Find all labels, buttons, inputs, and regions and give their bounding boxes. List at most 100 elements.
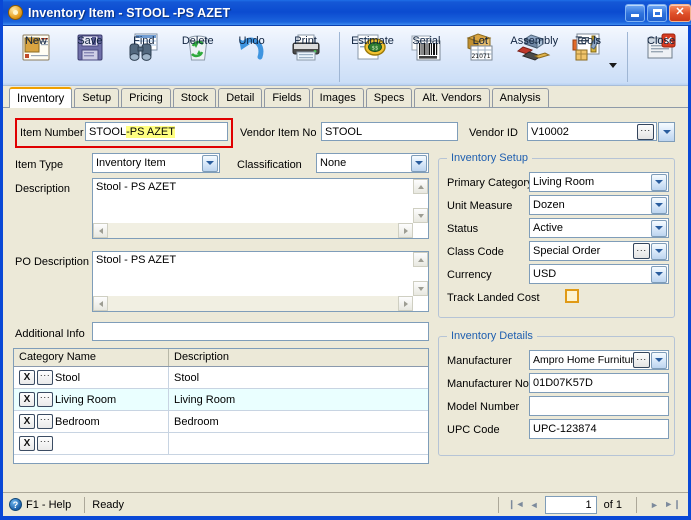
toolbar-save-button[interactable]: Save <box>63 30 117 64</box>
tab-alt-vendors-label: Alt. Vendors <box>422 92 482 104</box>
last-record-button[interactable]: ►❙ <box>664 497 680 512</box>
track-landed-cost-checkbox[interactable] <box>565 289 579 303</box>
status-combo[interactable]: Active <box>529 218 669 238</box>
next-record-button[interactable]: ► <box>647 497 662 512</box>
toolbar-assembly-button[interactable]: Assembly <box>507 30 561 64</box>
row-lookup-button[interactable]: ··· <box>37 370 53 385</box>
tab-analysis[interactable]: Analysis <box>491 88 549 107</box>
current-record-input[interactable]: 1 <box>544 495 597 514</box>
po-description-scroll-up-button[interactable] <box>413 252 428 267</box>
tab-setup[interactable]: Setup <box>74 88 120 107</box>
tab-inventory-label: Inventory <box>17 92 65 105</box>
maximize-button[interactable] <box>647 3 667 22</box>
category-description-value <box>169 433 419 454</box>
primary-category-dropdown-arrow-icon[interactable] <box>651 173 667 191</box>
po-description-horizontal-scrollbar[interactable] <box>93 296 413 311</box>
tab-fields-label: Fields <box>272 92 302 104</box>
tab-specs[interactable]: Specs <box>365 88 413 107</box>
description-scroll-left-button[interactable] <box>93 223 108 238</box>
tab-alt-vendors[interactable]: Alt. Vendors <box>414 88 490 107</box>
additional-info-input[interactable] <box>92 322 429 341</box>
manufacturer-no-label: Manufacturer No <box>447 378 529 390</box>
row-lookup-button[interactable]: ··· <box>37 414 53 429</box>
class-code-value: Special Order <box>533 245 601 257</box>
classification-combo[interactable]: None <box>316 153 429 173</box>
item-type-dropdown-arrow-icon[interactable] <box>202 154 218 172</box>
first-record-button[interactable]: ❙◄ <box>508 497 524 512</box>
toolbar-delete-button[interactable]: Delete <box>171 30 225 64</box>
table-row[interactable]: X ··· Living Room Living Room <box>14 389 428 411</box>
currency-dropdown-arrow-icon[interactable] <box>651 265 667 283</box>
toolbar-close-label: Close <box>647 35 676 47</box>
toolbar-serial-label: Serial <box>412 35 441 47</box>
item-number-input[interactable]: STOOL -PS AZET <box>85 122 228 141</box>
table-row[interactable]: X ··· Stool Stool <box>14 367 428 389</box>
tab-stock[interactable]: Stock <box>172 88 217 107</box>
tab-fields[interactable]: Fields <box>264 88 310 107</box>
manufacturer-dropdown-arrow-icon[interactable] <box>651 351 667 369</box>
status-value: Active <box>533 222 563 234</box>
vendor-id-lookup-button[interactable]: ··· <box>637 123 654 140</box>
column-header-description[interactable]: Description <box>169 349 419 366</box>
table-row[interactable]: X ··· <box>14 433 428 455</box>
toolbar-tools-button[interactable]: Tools <box>561 30 615 64</box>
tab-inventory[interactable]: Inventory <box>9 87 73 108</box>
row-delete-button[interactable]: X <box>19 436 35 451</box>
po-description-scroll-down-button[interactable] <box>413 281 428 296</box>
unit-measure-combo[interactable]: Dozen <box>529 195 669 215</box>
toolbar-lot-button[interactable]: 21071 Lot <box>453 30 507 64</box>
class-code-lookup-button[interactable]: ··· <box>633 243 650 259</box>
column-header-category-name[interactable]: Category Name <box>14 349 169 366</box>
description-scroll-up-button[interactable] <box>413 179 428 194</box>
po-description-vertical-scrollbar[interactable] <box>413 252 428 296</box>
class-code-combo[interactable]: Special Order ··· <box>529 241 669 261</box>
unit-measure-dropdown-arrow-icon[interactable] <box>651 196 667 214</box>
previous-record-button[interactable]: ◄ <box>527 497 542 512</box>
tools-dropdown-arrow-icon[interactable] <box>609 63 618 68</box>
description-vertical-scrollbar[interactable] <box>413 179 428 223</box>
row-delete-button[interactable]: X <box>19 370 35 385</box>
row-delete-button[interactable]: X <box>19 392 35 407</box>
description-horizontal-scrollbar[interactable] <box>93 223 413 238</box>
help-hint[interactable]: ? F1 - Help <box>7 498 77 511</box>
status-dropdown-arrow-icon[interactable] <box>651 219 667 237</box>
classification-dropdown-arrow-icon[interactable] <box>411 154 427 172</box>
upc-code-input[interactable]: UPC-123874 <box>529 419 669 439</box>
po-description-scroll-right-button[interactable] <box>398 296 413 311</box>
close-window-button[interactable]: ✕ <box>669 3 691 22</box>
table-row[interactable]: X ··· Bedroom Bedroom <box>14 411 428 433</box>
row-delete-button[interactable]: X <box>19 414 35 429</box>
toolbar-estimate-button[interactable]: $$ Estimate <box>346 30 400 64</box>
class-code-dropdown-arrow-icon[interactable] <box>651 242 667 260</box>
description-scroll-down-button[interactable] <box>413 208 428 223</box>
currency-combo[interactable]: USD <box>529 264 669 284</box>
toolbar-find-button[interactable]: Find <box>117 30 171 64</box>
toolbar-serial-button[interactable]: Serial <box>399 30 453 64</box>
tab-images[interactable]: Images <box>311 88 364 107</box>
item-type-combo[interactable]: Inventory Item <box>92 153 220 173</box>
help-icon: ? <box>9 498 22 511</box>
toolbar-close-button[interactable]: Close <box>634 30 688 64</box>
row-lookup-button[interactable]: ··· <box>37 392 53 407</box>
po-description-textarea[interactable]: Stool - PS AZET <box>92 251 429 312</box>
tab-pricing[interactable]: Pricing <box>121 88 171 107</box>
manufacturer-no-input[interactable]: 01D07K57D <box>529 373 669 393</box>
toolbar-print-button[interactable]: Print <box>279 30 333 64</box>
minimize-button[interactable] <box>625 3 645 22</box>
primary-category-combo[interactable]: Living Room <box>529 172 669 192</box>
vendor-id-dropdown-arrow-icon[interactable] <box>658 122 675 142</box>
row-lookup-button[interactable]: ··· <box>37 436 53 451</box>
po-description-scroll-left-button[interactable] <box>93 296 108 311</box>
category-grid[interactable]: Category Name Description X ··· Stool St… <box>13 348 429 464</box>
description-textarea[interactable]: Stool - PS AZET <box>92 178 429 239</box>
vendor-id-input[interactable]: V10002 ··· <box>527 122 657 141</box>
manufacturer-lookup-button[interactable]: ··· <box>633 352 650 368</box>
manufacturer-combo[interactable]: Ampro Home Furniture ··· <box>529 350 669 370</box>
toolbar-undo-button[interactable]: Undo <box>225 30 279 64</box>
vendor-item-no-input[interactable]: STOOL <box>321 122 458 141</box>
toolbar-new-button[interactable]: New <box>9 30 63 64</box>
tab-detail[interactable]: Detail <box>218 88 263 107</box>
model-number-input[interactable] <box>529 396 669 416</box>
description-scroll-right-button[interactable] <box>398 223 413 238</box>
manufacturer-value: Ampro Home Furniture <box>533 354 633 366</box>
